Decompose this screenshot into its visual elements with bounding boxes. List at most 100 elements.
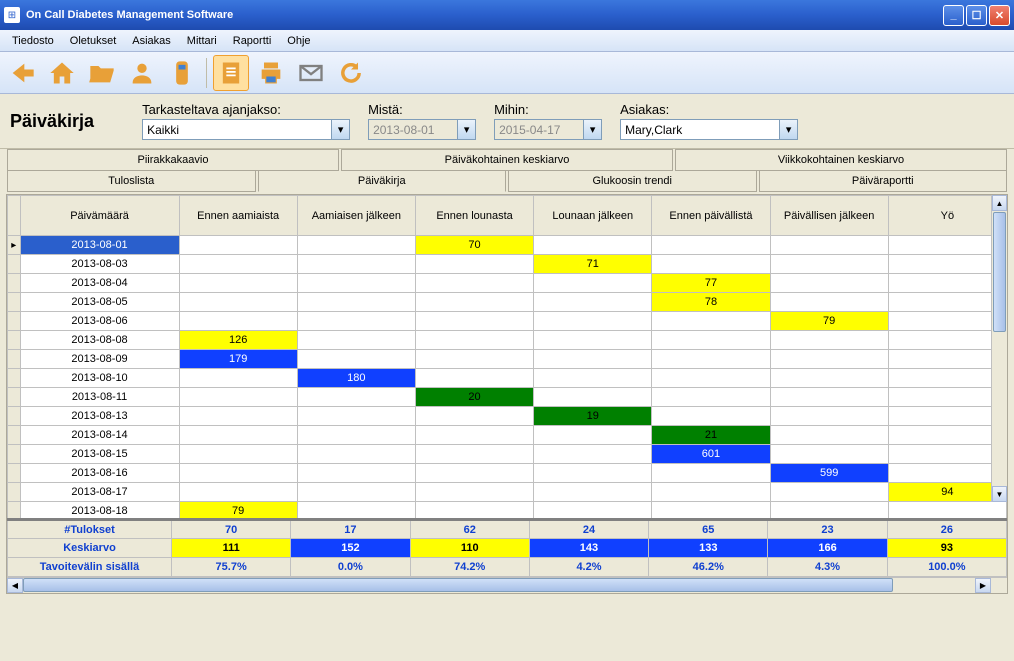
mail-icon[interactable]: [293, 55, 329, 91]
period-select[interactable]: [142, 119, 332, 140]
value-cell[interactable]: [652, 350, 770, 369]
date-cell[interactable]: 2013-08-09: [20, 350, 179, 369]
menu-meter[interactable]: Mittari: [179, 32, 225, 50]
value-cell[interactable]: 599: [770, 464, 888, 483]
value-cell[interactable]: [415, 483, 533, 502]
value-cell[interactable]: 70: [415, 236, 533, 255]
person-icon[interactable]: [124, 55, 160, 91]
value-cell[interactable]: [534, 236, 652, 255]
value-cell[interactable]: [415, 407, 533, 426]
date-cell[interactable]: 2013-08-08: [20, 331, 179, 350]
table-row[interactable]: 2013-08-1421: [8, 426, 1007, 445]
value-cell[interactable]: [888, 274, 1006, 293]
titlebar[interactable]: ⊞ On Call Diabetes Management Software _…: [0, 0, 1014, 30]
scroll-left-icon[interactable]: ◀: [7, 578, 23, 593]
menu-report[interactable]: Raportti: [225, 32, 280, 50]
value-cell[interactable]: [652, 369, 770, 388]
client-select[interactable]: [620, 119, 780, 140]
value-cell[interactable]: [534, 369, 652, 388]
value-cell[interactable]: [297, 312, 415, 331]
value-cell[interactable]: [652, 255, 770, 274]
column-header[interactable]: Päivämäärä: [20, 196, 179, 236]
value-cell[interactable]: [888, 293, 1006, 312]
value-cell[interactable]: 179: [179, 350, 297, 369]
value-cell[interactable]: [297, 331, 415, 350]
menu-defaults[interactable]: Oletukset: [62, 32, 124, 50]
report-icon[interactable]: [213, 55, 249, 91]
tab-Tuloslista[interactable]: Tuloslista: [7, 171, 256, 192]
value-cell[interactable]: [179, 274, 297, 293]
date-cell[interactable]: 2013-08-15: [20, 445, 179, 464]
scroll-thumb[interactable]: [993, 212, 1006, 332]
value-cell[interactable]: [888, 445, 1006, 464]
value-cell[interactable]: [297, 464, 415, 483]
value-cell[interactable]: [652, 502, 770, 519]
back-icon[interactable]: [4, 55, 40, 91]
value-cell[interactable]: [770, 255, 888, 274]
value-cell[interactable]: [534, 445, 652, 464]
value-cell[interactable]: [770, 483, 888, 502]
value-cell[interactable]: [770, 388, 888, 407]
value-cell[interactable]: [415, 369, 533, 388]
value-cell[interactable]: [770, 369, 888, 388]
value-cell[interactable]: [179, 426, 297, 445]
chevron-down-icon[interactable]: ▾: [458, 119, 476, 140]
table-row[interactable]: 2013-08-16599: [8, 464, 1007, 483]
menu-file[interactable]: Tiedosto: [4, 32, 62, 50]
column-header[interactable]: Ennen aamiaista: [179, 196, 297, 236]
value-cell[interactable]: [179, 464, 297, 483]
value-cell[interactable]: [888, 350, 1006, 369]
value-cell[interactable]: [297, 236, 415, 255]
table-row[interactable]: 2013-08-09179: [8, 350, 1007, 369]
value-cell[interactable]: [534, 274, 652, 293]
column-header[interactable]: Lounaan jälkeen: [534, 196, 652, 236]
value-cell[interactable]: [415, 502, 533, 519]
value-cell[interactable]: [297, 274, 415, 293]
scroll-down-icon[interactable]: ▼: [992, 486, 1007, 502]
value-cell[interactable]: [534, 388, 652, 407]
date-cell[interactable]: 2013-08-17: [20, 483, 179, 502]
tab-Piirakkakaavio[interactable]: Piirakkakaavio: [7, 149, 339, 171]
minimize-button[interactable]: _: [943, 5, 964, 26]
value-cell[interactable]: 94: [888, 483, 1006, 502]
value-cell[interactable]: [888, 464, 1006, 483]
table-row[interactable]: 2013-08-0578: [8, 293, 1007, 312]
value-cell[interactable]: [179, 369, 297, 388]
value-cell[interactable]: [770, 502, 888, 519]
value-cell[interactable]: 79: [179, 502, 297, 519]
date-cell[interactable]: 2013-08-18: [20, 502, 179, 519]
date-cell[interactable]: 2013-08-04: [20, 274, 179, 293]
scroll-thumb[interactable]: [23, 578, 893, 592]
value-cell[interactable]: [652, 236, 770, 255]
date-cell[interactable]: 2013-08-10: [20, 369, 179, 388]
value-cell[interactable]: [415, 274, 533, 293]
value-cell[interactable]: [534, 331, 652, 350]
table-row[interactable]: ▸2013-08-0170: [8, 236, 1007, 255]
value-cell[interactable]: 126: [179, 331, 297, 350]
value-cell[interactable]: [770, 331, 888, 350]
chevron-down-icon[interactable]: ▾: [332, 119, 350, 140]
scroll-up-icon[interactable]: ▲: [992, 195, 1007, 211]
value-cell[interactable]: [179, 445, 297, 464]
value-cell[interactable]: [534, 426, 652, 445]
value-cell[interactable]: [770, 293, 888, 312]
value-cell[interactable]: [415, 293, 533, 312]
meter-icon[interactable]: [164, 55, 200, 91]
value-cell[interactable]: [297, 350, 415, 369]
value-cell[interactable]: 79: [770, 312, 888, 331]
value-cell[interactable]: [888, 407, 1006, 426]
table-row[interactable]: 2013-08-08126: [8, 331, 1007, 350]
menu-help[interactable]: Ohje: [279, 32, 318, 50]
value-cell[interactable]: [415, 255, 533, 274]
value-cell[interactable]: [534, 483, 652, 502]
value-cell[interactable]: [415, 350, 533, 369]
value-cell[interactable]: [888, 255, 1006, 274]
value-cell[interactable]: [888, 236, 1006, 255]
column-header[interactable]: Ennen päivällistä: [652, 196, 770, 236]
table-row[interactable]: 2013-08-15601: [8, 445, 1007, 464]
table-row[interactable]: 2013-08-1120: [8, 388, 1007, 407]
value-cell[interactable]: [415, 312, 533, 331]
value-cell[interactable]: [534, 293, 652, 312]
horizontal-scrollbar[interactable]: ◀ ▶: [7, 577, 1007, 593]
print-icon[interactable]: [253, 55, 289, 91]
